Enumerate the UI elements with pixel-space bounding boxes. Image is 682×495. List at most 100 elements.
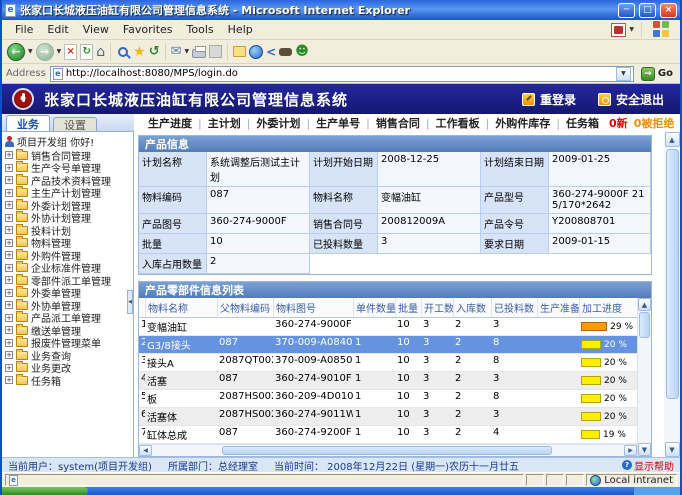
home-button[interactable]: ⌂ (96, 42, 105, 62)
discuss-button[interactable] (233, 42, 246, 62)
divider (641, 22, 642, 38)
scrollbar-thumb[interactable] (222, 446, 552, 455)
nav-production-progress[interactable]: 生产进度 (142, 115, 198, 131)
research-button[interactable] (279, 42, 292, 62)
nav-task-box[interactable]: 任务箱 (560, 115, 605, 131)
expand-icon[interactable]: + (5, 226, 13, 234)
horizontal-scrollbar[interactable]: ◀ ▶ (139, 444, 637, 456)
sidebar-collapse-handle[interactable]: ◀ (127, 290, 133, 314)
forward-dropdown-icon[interactable]: ▼ (57, 48, 62, 55)
table-row[interactable]: 6活塞体2087HS002360-274-9011W11032320 % (139, 408, 637, 426)
nav-master-plan[interactable]: 主计划 (202, 115, 247, 131)
forward-button[interactable]: → (36, 42, 54, 62)
mail-dropdown-icon[interactable]: ▼ (185, 48, 190, 55)
expand-icon[interactable]: + (5, 251, 13, 259)
folder-icon (16, 238, 28, 247)
cell (217, 318, 273, 335)
expand-icon[interactable]: + (5, 339, 13, 347)
msn-button[interactable]: < (266, 42, 276, 62)
tab-business[interactable]: 业务 (6, 115, 50, 131)
table-row-selected[interactable]: 2G3/8接头087370-009-A084011032820 % (139, 336, 637, 354)
tab-settings[interactable]: 设置 (53, 117, 97, 131)
ie-page-icon: e (9, 475, 18, 486)
expand-icon[interactable]: + (5, 289, 13, 297)
scrollbar-thumb[interactable] (639, 312, 650, 338)
scroll-right-icon[interactable]: ▶ (624, 445, 637, 456)
expand-icon[interactable]: + (5, 214, 13, 222)
search-button[interactable] (116, 42, 130, 62)
progress-label: 20 % (604, 376, 627, 386)
expand-icon[interactable]: + (5, 314, 13, 322)
scroll-up-icon[interactable]: ▲ (638, 298, 651, 311)
cell: 10 (395, 336, 421, 353)
favorites-button[interactable]: ★ (133, 42, 146, 62)
menu-edit[interactable]: Edit (40, 23, 75, 36)
windows-logo-icon (653, 21, 670, 38)
show-help-link[interactable]: ? 显示帮助 (622, 458, 674, 473)
scrollbar-thumb[interactable] (666, 149, 679, 399)
scroll-up-icon[interactable]: ▲ (665, 132, 680, 147)
edit-button[interactable] (209, 42, 222, 62)
expand-icon[interactable]: + (5, 239, 13, 247)
menu-help[interactable]: Help (221, 23, 260, 36)
menu-favorites[interactable]: Favorites (116, 23, 180, 36)
stop-button[interactable]: × (64, 42, 77, 62)
back-button[interactable]: ← (7, 42, 25, 62)
menu-view[interactable]: View (76, 23, 116, 36)
close-button[interactable]: × (660, 3, 677, 18)
expand-icon[interactable]: + (5, 151, 13, 159)
expand-icon[interactable]: + (5, 176, 13, 184)
scroll-left-icon[interactable]: ◀ (139, 445, 152, 456)
table-row[interactable]: 5板2087HS002360-209-4D01011032820 % (139, 390, 637, 408)
maximize-button[interactable]: □ (639, 3, 656, 18)
nav-purchased-stock[interactable]: 外购件库存 (489, 115, 556, 131)
expand-icon[interactable]: + (5, 264, 13, 272)
table-row[interactable]: 7缸体总成087360-274-9200F11032419 % (139, 426, 637, 444)
table-row[interactable]: 3接头A2087QT002370-009-A085011032820 % (139, 354, 637, 372)
windows-taskbar[interactable] (2, 487, 680, 495)
adobe-pdf-icon[interactable] (611, 23, 626, 37)
nav-outsource-plan[interactable]: 外委计划 (250, 115, 306, 131)
expand-icon[interactable]: + (5, 164, 13, 172)
nav-work-board[interactable]: 工作看板 (430, 115, 486, 131)
table-row[interactable]: 1变幅油缸360-274-9000F1032329 % (139, 318, 637, 336)
main-vertical-scrollbar[interactable]: ▲ ▼ (664, 132, 680, 457)
minimize-button[interactable]: ─ (618, 3, 635, 18)
address-dropdown-icon[interactable]: ▼ (616, 67, 631, 81)
sidebar-item-change[interactable]: +业务更改 (2, 362, 133, 375)
expand-icon[interactable]: + (5, 351, 13, 359)
table-row[interactable]: 4活塞087360-274-9010F11032320 % (139, 372, 637, 390)
refresh-button[interactable]: ↻ (80, 42, 93, 62)
expand-icon[interactable]: + (5, 201, 13, 209)
web-button[interactable] (249, 42, 263, 62)
start-button-fragment[interactable] (2, 487, 88, 495)
expand-icon[interactable]: + (5, 301, 13, 309)
field-label: 已投料数量 (310, 234, 378, 254)
history-button[interactable]: ↺ (149, 42, 160, 62)
mail-button[interactable]: ✉ (171, 42, 182, 62)
cell: 8 (491, 354, 537, 371)
logout-button[interactable]: 安全退出 (598, 91, 664, 108)
nav-sales-contract[interactable]: 销售合同 (370, 115, 426, 131)
scroll-down-icon[interactable]: ▼ (638, 443, 651, 456)
back-dropdown-icon[interactable]: ▼ (28, 48, 33, 55)
field-label: 计划开始日期 (310, 152, 378, 187)
parts-vertical-scrollbar[interactable]: ▲ ▼ (637, 298, 651, 456)
expand-icon[interactable]: + (5, 189, 13, 197)
expand-icon[interactable]: + (5, 276, 13, 284)
relogin-button[interactable]: 重登录 (522, 91, 576, 108)
sidebar-item-task-box[interactable]: +任务箱 (2, 374, 133, 387)
expand-icon[interactable]: + (5, 364, 13, 372)
menu-tools[interactable]: Tools (180, 23, 221, 36)
expand-icon[interactable]: + (5, 376, 13, 384)
expand-icon[interactable]: + (5, 326, 13, 334)
print-button[interactable] (192, 42, 206, 62)
go-button[interactable]: → Go (638, 67, 676, 81)
nav-production-order[interactable]: 生产单号 (310, 115, 366, 131)
address-input[interactable]: e http://localhost:8080/MPS/login.do ▼ (50, 66, 634, 82)
messenger-button[interactable]: ☻ (295, 42, 309, 62)
scroll-down-icon[interactable]: ▼ (665, 442, 680, 457)
help-label: 显示帮助 (634, 458, 674, 473)
pdf-dropdown-icon[interactable]: ▼ (629, 26, 634, 33)
menu-file[interactable]: File (8, 23, 40, 36)
